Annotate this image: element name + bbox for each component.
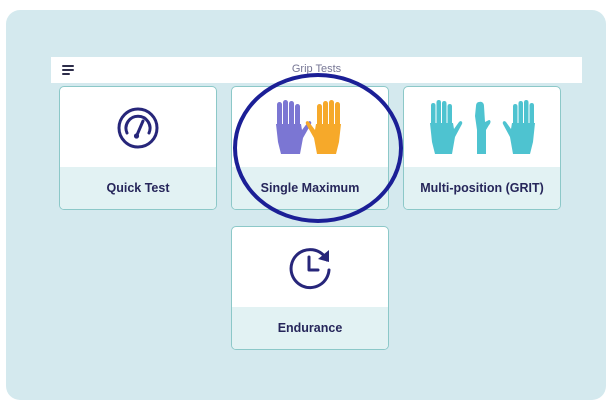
hand-back-icon [502,99,535,154]
multi-position-icon-area [404,87,560,168]
multi-position-label: Multi-position (GRIT) [420,181,544,195]
single-maximum-label: Single Maximum [260,181,360,195]
endurance-label-panel: Endurance [232,307,388,349]
left-hand-icon [276,99,312,154]
single-maximum-card[interactable]: Single Maximum [231,86,389,210]
quick-test-icon-area [60,87,216,168]
single-maximum-label-panel: Single Maximum [232,167,388,209]
right-hand-icon [305,99,341,154]
endurance-icon-area [232,227,388,308]
quick-test-label: Quick Test [106,181,170,195]
multi-position-label-panel: Multi-position (GRIT) [404,167,560,209]
multi-position-grit-card[interactable]: Multi-position (GRIT) [403,86,561,210]
hand-palm-icon [430,99,463,154]
quick-test-label-panel: Quick Test [60,167,216,209]
app-bar: Grip Tests [51,57,582,83]
endurance-card[interactable]: Endurance [231,226,389,350]
single-maximum-icon-area [232,87,388,168]
multi-hand-positions-icon [430,99,535,154]
two-hands-icon [276,99,341,154]
endurance-label: Endurance [277,321,343,335]
quick-test-card[interactable]: Quick Test [59,86,217,210]
clock-timer-icon [289,247,331,289]
gauge-icon [117,107,159,148]
page-title: Grip Tests [291,63,342,75]
tablet-screen: Grip Tests Quick Test Single Maximum Mul… [6,10,606,400]
hand-side-icon [475,101,491,154]
